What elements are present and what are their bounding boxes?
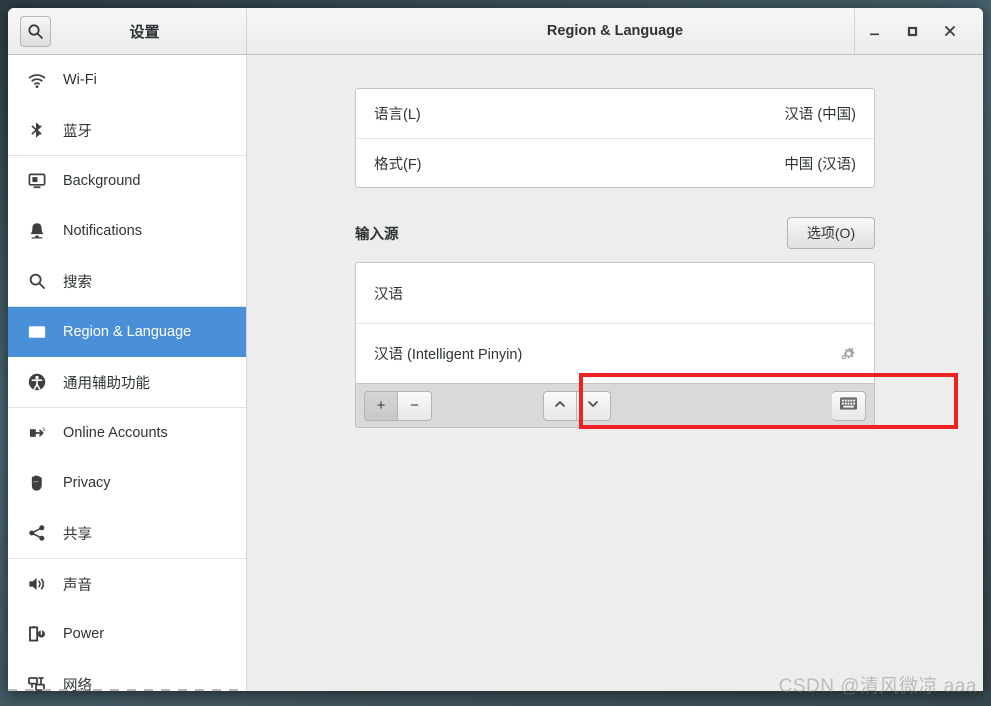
move-up-button[interactable]	[542, 390, 577, 421]
bell-icon	[26, 220, 48, 242]
sidebar-nav-list: Wi-Fi 蓝牙 Background Notifications 搜索 Region &…	[8, 55, 246, 691]
wifi-icon	[26, 69, 48, 91]
accessibility-icon	[26, 371, 48, 393]
maximize-button[interactable]	[893, 8, 931, 54]
sidebar-item-[interactable]: 共享	[8, 508, 246, 558]
add-remove-group: + −	[364, 390, 432, 421]
bluetooth-icon	[26, 119, 48, 141]
keyboard-layout-group	[831, 390, 866, 421]
move-down-button[interactable]	[576, 390, 611, 421]
sidebar-item-[interactable]: 声音	[8, 559, 246, 609]
language-label: 语言(L)	[374, 107, 421, 123]
sidebar-item-label: 搜索	[63, 274, 92, 291]
sidebar-item-power[interactable]: Power	[8, 609, 246, 659]
input-sources-list: 汉语 汉语 (Intelligent Pinyin)	[355, 262, 875, 384]
chevron-down-icon	[586, 397, 600, 415]
format-row[interactable]: 格式(F) 中国 (汉语)	[356, 138, 874, 187]
power-battery-icon	[26, 623, 48, 645]
format-label: 格式(F)	[374, 156, 422, 173]
show-keyboard-layout-button[interactable]	[831, 390, 866, 421]
minimize-button[interactable]	[855, 8, 893, 54]
region-language-icon	[26, 321, 48, 343]
sidebar-item-background[interactable]: Background	[8, 156, 246, 206]
chevron-up-icon	[553, 397, 567, 415]
sidebar-item-label: 通用辅助功能	[63, 375, 150, 392]
input-sources-title: 输入源	[355, 226, 399, 243]
sidebar-item-label: Wi-Fi	[63, 72, 97, 88]
sidebar-item-notifications[interactable]: Notifications	[8, 206, 246, 256]
window-controls	[854, 8, 983, 54]
sidebar-item-privacy[interactable]: Privacy	[8, 458, 246, 508]
search-icon	[27, 23, 44, 40]
sidebar-item-label: Online Accounts	[63, 425, 168, 441]
sidebar-item-label: Privacy	[63, 475, 111, 491]
svg-text:s: s	[42, 427, 45, 433]
input-source-row[interactable]: 汉语	[356, 263, 874, 323]
move-group	[542, 390, 611, 421]
input-sources-header: 输入源 选项(O)	[355, 217, 875, 249]
search-button[interactable]	[20, 15, 51, 47]
speaker-icon	[26, 573, 48, 595]
sidebar-item-label: 蓝牙	[63, 123, 92, 140]
sidebar-item-region-language[interactable]: Region & Language	[8, 307, 246, 357]
sidebar-item-online-accounts[interactable]: s Online Accounts	[8, 408, 246, 458]
window-body: Wi-Fi 蓝牙 Background Notifications 搜索 Region &…	[8, 55, 983, 691]
sidebar-item-label: Notifications	[63, 223, 142, 239]
region-language-panel: 语言(L) 汉语 (中国) 格式(F) 中国 (汉语) 输入源 选项(O) 汉语…	[247, 55, 983, 691]
settings-sidebar: Wi-Fi 蓝牙 Background Notifications 搜索 Region &…	[8, 55, 247, 691]
keyboard-icon	[839, 397, 857, 414]
input-sources-toolbar: + −	[355, 384, 875, 428]
sidebar-item-label: Power	[63, 626, 105, 642]
sidebar-item-label: 声音	[63, 577, 92, 594]
sidebar-item-[interactable]: 蓝牙	[8, 105, 246, 155]
language-value: 汉语 (中国)	[784, 107, 856, 123]
sidebar-item-[interactable]: 通用辅助功能	[8, 357, 246, 407]
watermark: CSDN @清风微凉 aaa	[778, 676, 977, 697]
input-source-label: 汉语 (Intelligent Pinyin)	[374, 347, 523, 363]
sidebar-item-[interactable]: 搜索	[8, 256, 246, 306]
remove-input-source-button[interactable]: −	[398, 390, 432, 421]
sidebar-bottom-edge	[8, 689, 246, 691]
online-accounts-icon: s	[26, 422, 48, 444]
sidebar-item-label: Region & Language	[63, 324, 192, 340]
format-value: 中国 (汉语)	[784, 156, 856, 173]
share-icon	[26, 522, 48, 544]
sidebar-title: 设置	[129, 23, 160, 41]
sidebar-item-label: 共享	[63, 526, 92, 543]
sidebar-item-[interactable]: 网络	[8, 659, 246, 691]
sidebar-item-wi-fi[interactable]: Wi-Fi	[8, 55, 246, 105]
close-button[interactable]	[931, 8, 969, 54]
settings-window: 设置 Region & Language Wi-Fi 蓝牙 Background…	[8, 8, 983, 691]
options-button[interactable]: 选项(O)	[787, 217, 875, 249]
monitor-icon	[26, 170, 48, 192]
sidebar-item-label: Background	[63, 173, 141, 189]
input-source-label: 汉语	[374, 286, 403, 303]
search-icon	[26, 270, 48, 292]
add-input-source-button[interactable]: +	[364, 390, 398, 421]
language-format-card: 语言(L) 汉语 (中国) 格式(F) 中国 (汉语)	[355, 88, 875, 188]
input-source-row-pinyin[interactable]: 汉语 (Intelligent Pinyin)	[356, 323, 874, 383]
content-header: Region & Language	[247, 8, 983, 54]
hand-icon	[26, 472, 48, 494]
window-header-bar: 设置 Region & Language	[8, 8, 983, 55]
gear-icon[interactable]	[839, 345, 856, 362]
sidebar-header: 设置	[8, 8, 247, 54]
language-row[interactable]: 语言(L) 汉语 (中国)	[356, 89, 874, 138]
